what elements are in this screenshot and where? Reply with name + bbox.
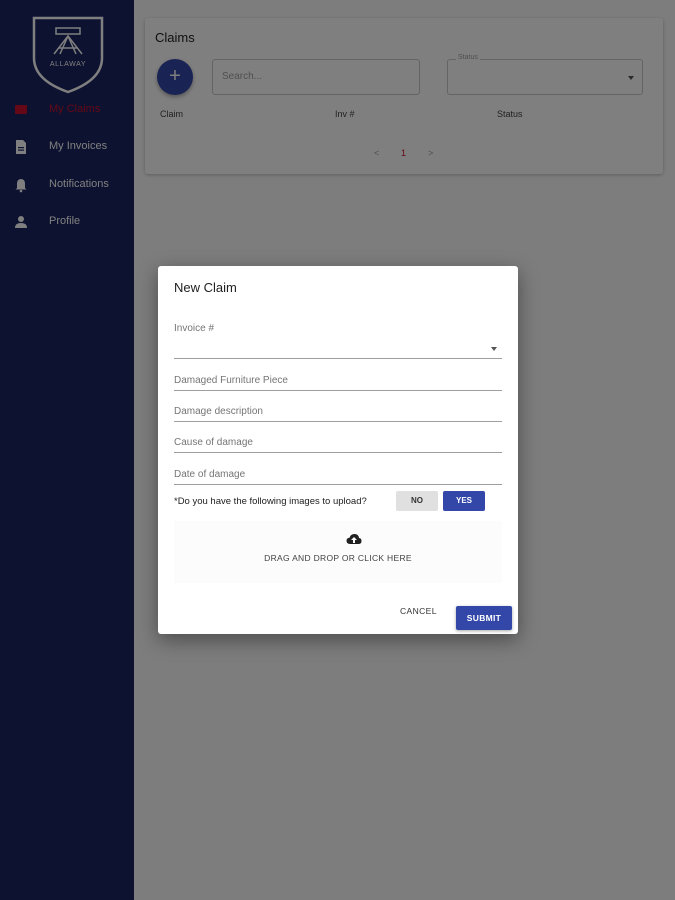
date-of-damage-field[interactable]: Date of damage [174,454,502,485]
no-button[interactable]: NO [396,491,438,511]
field-label: Damaged Furniture Piece [174,375,288,386]
dialog-title: New Claim [174,280,237,295]
new-claim-dialog: New Claim Invoice # Damaged Furniture Pi… [158,266,518,634]
field-label: Damage description [174,406,263,417]
damage-description-field[interactable]: Damage description [174,391,502,422]
yes-button[interactable]: YES [443,491,485,511]
invoice-select[interactable] [174,328,502,359]
cause-of-damage-field[interactable]: Cause of damage [174,422,502,453]
chevron-down-icon [491,347,497,351]
cancel-button[interactable]: CANCEL [400,606,437,616]
submit-button[interactable]: SUBMIT [456,606,512,630]
cloud-upload-icon [346,534,362,544]
damaged-piece-field[interactable]: Damaged Furniture Piece [174,360,502,391]
field-label: Cause of damage [174,437,253,448]
upload-dropzone[interactable]: DRAG AND DROP OR CLICK HERE [174,521,502,583]
images-question: *Do you have the following images to upl… [174,496,367,507]
field-label: Date of damage [174,469,246,480]
dropzone-text: DRAG AND DROP OR CLICK HERE [264,553,412,563]
